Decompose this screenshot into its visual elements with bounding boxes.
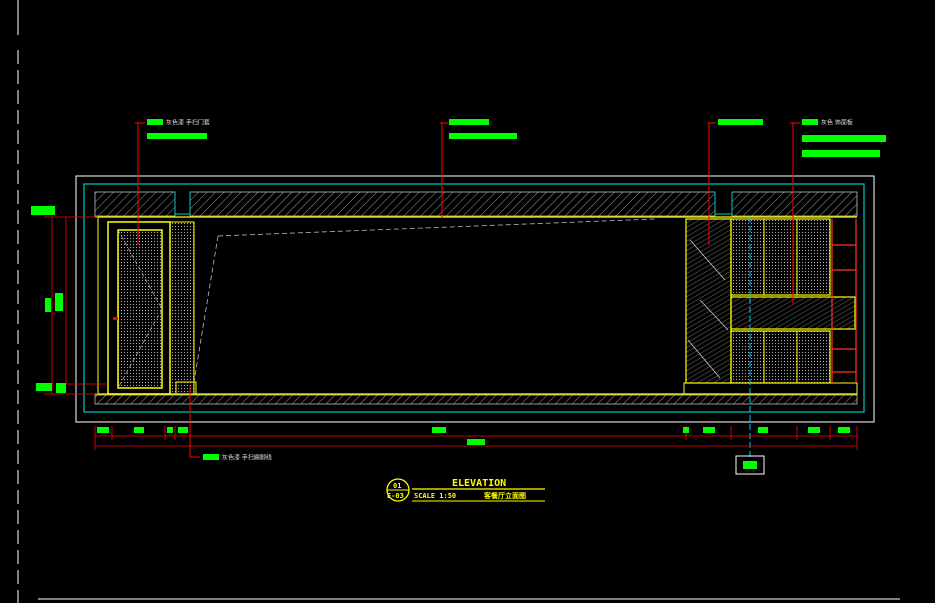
bottom-dimensions bbox=[94, 426, 858, 450]
left-dim-tags bbox=[31, 206, 66, 393]
ceiling-hatch-mid bbox=[189, 191, 716, 217]
callout-text-top-right: 灰色 饰面板 bbox=[821, 119, 853, 127]
ceiling-notch-right bbox=[714, 192, 733, 215]
section-marker-inner bbox=[743, 461, 757, 469]
door-jamb bbox=[169, 221, 195, 395]
title-bubble-top: 01 bbox=[393, 482, 401, 490]
callout-text-bottom-left: 灰色漆 手扫踢脚线 bbox=[222, 454, 272, 462]
drawing-subtitle: 客餐厅立面图 bbox=[483, 491, 526, 500]
callout-text-top-left: 灰色漆 手扫门套 bbox=[166, 119, 210, 127]
title-bubble-bottom: E-03 bbox=[387, 492, 404, 500]
cabinet-plinth bbox=[683, 382, 858, 395]
door-handle bbox=[113, 317, 118, 320]
ceiling-notch-left bbox=[174, 192, 191, 215]
cabinet-upper bbox=[730, 218, 831, 296]
drawing-scale: SCALE 1:50 bbox=[414, 492, 456, 500]
ceiling-hatch-right bbox=[731, 191, 858, 217]
ceiling-hatch-left bbox=[94, 191, 176, 217]
cad-elevation-drawing: 灰色漆 手扫门套 灰色 饰面板 灰色漆 手扫踢脚线 01 E-03 ELEVAT… bbox=[17, 0, 900, 603]
cabinet-lower bbox=[730, 330, 831, 384]
floor-hatch bbox=[94, 394, 858, 405]
drawing-title: ELEVATION bbox=[452, 478, 506, 489]
center-dashed-outline bbox=[193, 218, 656, 383]
door-panel bbox=[117, 229, 163, 389]
